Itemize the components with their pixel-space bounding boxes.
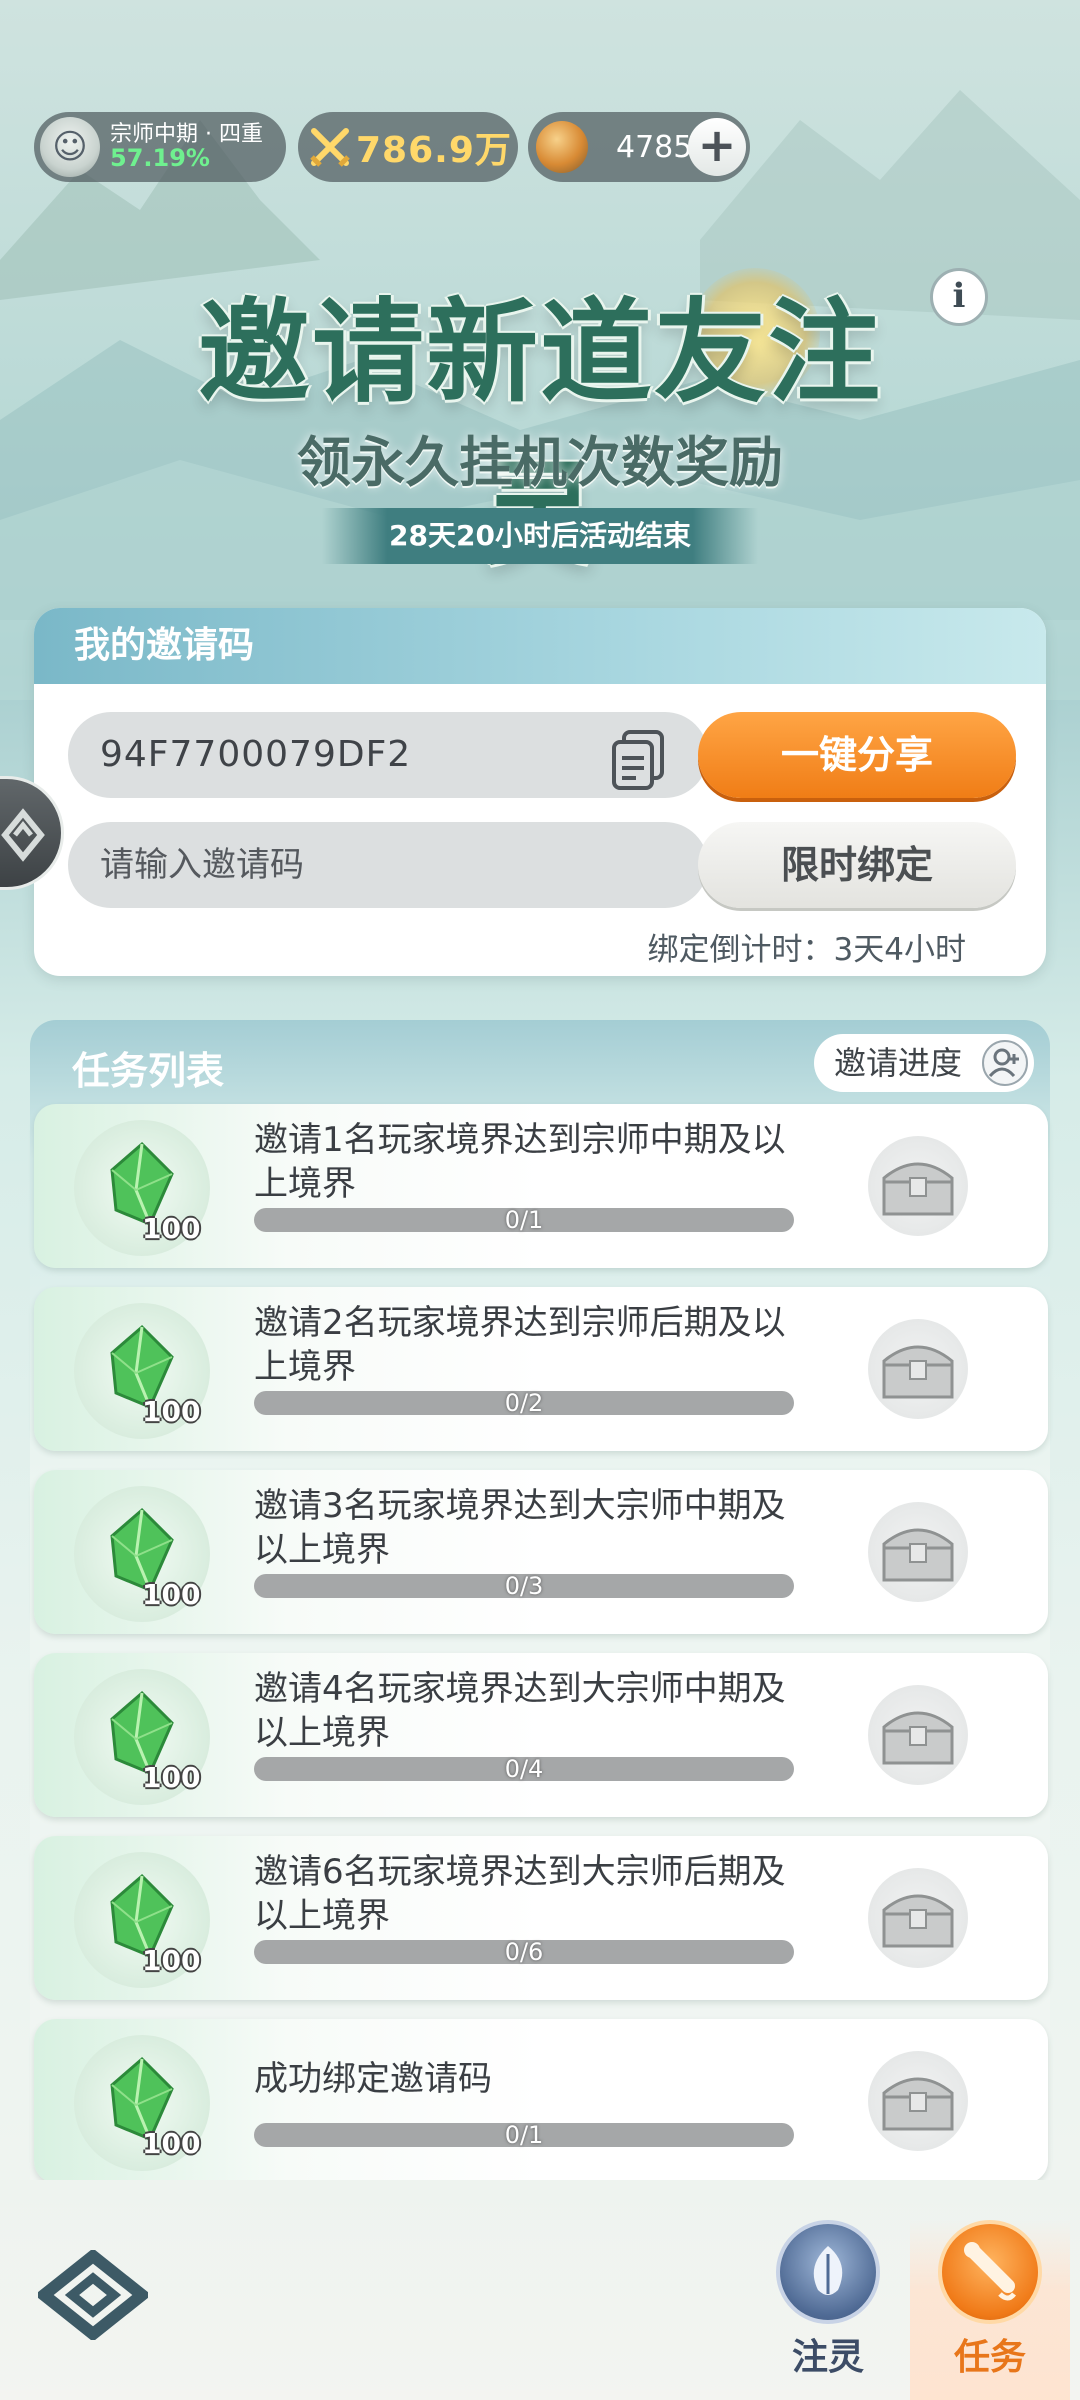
task-description: 邀请1名玩家境界达到宗师中期及以上境界 (254, 1120, 786, 1204)
task-row[interactable]: 100 邀请1名玩家境界达到宗师中期及以上境界 0/1 (34, 1104, 1048, 1268)
task-description: 邀请2名玩家境界达到宗师后期及以上境界 (254, 1303, 786, 1387)
nav-item-task[interactable]: 任务 (910, 2220, 1070, 2400)
task-description: 邀请3名玩家境界达到大宗师中期及以上境界 (254, 1486, 786, 1570)
avatar: ☺ (40, 117, 100, 177)
event-timer-banner: 28天20小时后活动结束 (322, 508, 758, 564)
rank-percent: 57.19% (110, 143, 210, 172)
game-logo-icon[interactable] (38, 2250, 148, 2340)
task-progress-bar: 0/6 (254, 1940, 794, 1964)
nav-label-inject: 注灵 (791, 2337, 864, 2378)
task-progress-bar: 0/4 (254, 1757, 794, 1781)
chest-icon[interactable] (868, 2051, 968, 2151)
task-description: 邀请4名玩家境界达到大宗师中期及以上境界 (254, 1669, 786, 1753)
task-row[interactable]: 100 邀请3名玩家境界达到大宗师中期及以上境界 0/3 (34, 1470, 1048, 1634)
spirit-coin-icon (536, 121, 588, 173)
task-list-panel: 任务列表 邀请进度 100 邀请1名玩家境界达到宗师中期及以上境界 0/1 10… (30, 1020, 1050, 2183)
invite-code-input[interactable]: 请输入邀请码 (68, 822, 708, 908)
combat-power[interactable]: 786.9万 (298, 112, 518, 182)
add-user-icon (982, 1040, 1028, 1086)
chest-icon[interactable] (868, 1319, 968, 1419)
chest-icon[interactable] (868, 1685, 968, 1785)
reward-quantity: 100 (142, 1578, 201, 1611)
reward-item: 100 (74, 1852, 210, 1988)
task-progress-bar: 0/2 (254, 1391, 794, 1415)
chest-icon[interactable] (868, 1868, 968, 1968)
reward-quantity: 100 (142, 1761, 201, 1794)
coin-value: 4785 (616, 129, 693, 165)
reward-quantity: 100 (142, 1944, 201, 1977)
nav-label-task: 任务 (953, 2337, 1026, 2378)
task-row[interactable]: 100 邀请2名玩家境界达到宗师后期及以上境界 0/2 (34, 1287, 1048, 1451)
page-subtitle: 领永久挂机次数奖励 (297, 431, 783, 494)
reward-quantity: 100 (142, 1395, 201, 1428)
invite-panel-title: 我的邀请码 (34, 608, 1046, 684)
add-currency-button[interactable]: + (688, 118, 746, 176)
swords-icon (310, 127, 350, 167)
reward-item: 100 (74, 2035, 210, 2171)
chest-icon[interactable] (868, 1136, 968, 1236)
currency-display[interactable]: 4785 + (528, 112, 750, 182)
reward-item: 100 (74, 1486, 210, 1622)
task-description: 成功绑定邀请码 (254, 2059, 492, 2099)
share-button[interactable]: 一键分享 (698, 712, 1016, 798)
event-timer-text: 28天20小时后活动结束 (389, 519, 691, 552)
invite-code-panel: 我的邀请码 94F7700079DF2 一键分享 请输入邀请码 限时绑定 绑定倒… (34, 608, 1046, 976)
invite-progress-button[interactable]: 邀请进度 (813, 1034, 1034, 1092)
reward-item: 100 (74, 1120, 210, 1256)
leaf-icon (776, 2220, 880, 2324)
bind-button[interactable]: 限时绑定 (698, 822, 1016, 908)
task-row[interactable]: 100 邀请4名玩家境界达到大宗师中期及以上境界 0/4 (34, 1653, 1048, 1817)
info-button[interactable]: i (930, 268, 988, 326)
chest-icon[interactable] (868, 1502, 968, 1602)
reward-quantity: 100 (142, 1212, 201, 1245)
task-progress-bar: 0/1 (254, 2123, 794, 2147)
scroll-icon (938, 2220, 1042, 2324)
invite-progress-label: 邀请进度 (833, 1044, 962, 1082)
copy-icon[interactable] (610, 728, 668, 792)
reward-quantity: 100 (142, 2127, 201, 2160)
realm-status[interactable]: ☺ 宗师中期 · 四重 57.19% (34, 112, 286, 182)
task-description: 邀请6名玩家境界达到大宗师后期及以上境界 (254, 1852, 786, 1936)
reward-item: 100 (74, 1303, 210, 1439)
reward-item: 100 (74, 1669, 210, 1805)
task-row[interactable]: 100 邀请6名玩家境界达到大宗师后期及以上境界 0/6 (34, 1836, 1048, 2000)
bind-countdown: 绑定倒计时：3天4小时 (647, 932, 966, 968)
rank-title: 宗师中期 · 四重 (110, 121, 263, 147)
task-row[interactable]: 100 成功绑定邀请码 0/1 (34, 2019, 1048, 2183)
task-progress-bar: 0/1 (254, 1208, 794, 1232)
task-progress-bar: 0/3 (254, 1574, 794, 1598)
power-value: 786.9万 (356, 130, 512, 171)
hexagon-logo-icon (1, 808, 45, 862)
task-list-title: 任务列表 (72, 1049, 225, 1093)
nav-item-inject[interactable]: 注灵 (748, 2220, 908, 2400)
